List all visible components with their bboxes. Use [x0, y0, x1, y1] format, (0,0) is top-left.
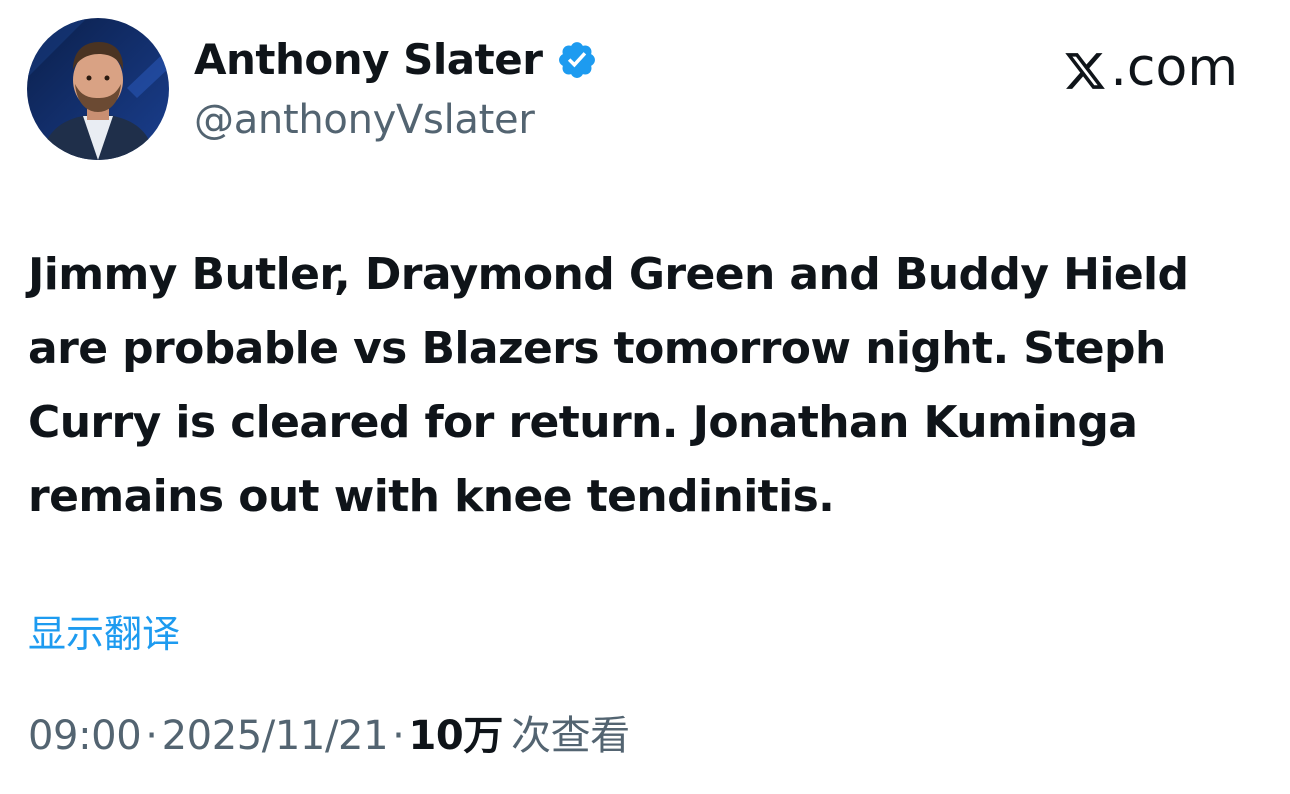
tweet-time[interactable]: 09:00 — [28, 710, 142, 762]
avatar-image — [27, 18, 169, 160]
author-display-name[interactable]: Anthony Slater — [194, 34, 543, 86]
avatar[interactable] — [27, 18, 169, 160]
brand-watermark: .com — [1062, 38, 1238, 98]
views-count[interactable]: 10万 — [409, 710, 504, 762]
meta-separator: · — [392, 713, 405, 759]
verified-badge-icon[interactable] — [556, 39, 598, 81]
tweet-date[interactable]: 2025/11/21 — [162, 710, 389, 762]
brand-domain: .com — [1110, 38, 1238, 98]
show-translation-link[interactable]: 显示翻译 — [28, 608, 180, 660]
tweet-text: Jimmy Butler, Draymond Green and Buddy H… — [28, 249, 1189, 522]
author-name-row[interactable]: Anthony Slater — [194, 34, 598, 86]
tweet-meta: 09:00 · 2025/11/21 · 10万 次查看 — [28, 710, 630, 762]
x-logo-icon — [1062, 46, 1108, 90]
author-handle[interactable]: @anthonyVslater — [194, 94, 535, 146]
views-label: 次查看 — [510, 713, 630, 759]
meta-separator: · — [145, 713, 158, 759]
